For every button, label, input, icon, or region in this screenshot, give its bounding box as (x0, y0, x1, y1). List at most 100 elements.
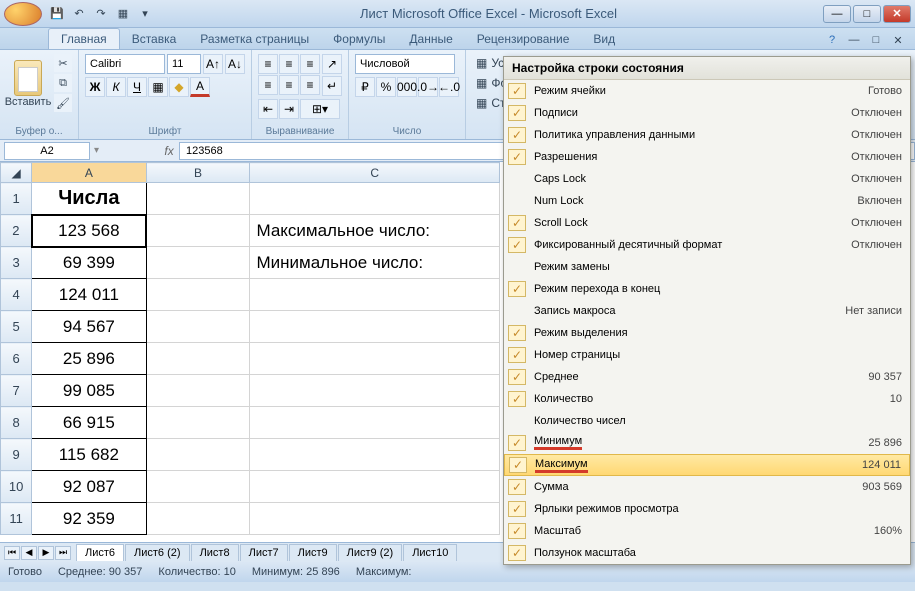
cell-a2[interactable]: 123 568 (32, 215, 146, 247)
context-menu-item[interactable]: ✓Сумма903 569 (504, 476, 910, 498)
context-menu-item[interactable]: ✓Режим перехода в конец (504, 278, 910, 300)
context-menu-item[interactable]: ✓Количество10 (504, 388, 910, 410)
cell-a10[interactable]: 92 087 (32, 471, 146, 503)
col-header-b[interactable]: B (146, 163, 250, 183)
font-size-select[interactable]: 11 (167, 54, 201, 74)
context-menu-item[interactable]: Запись макросаНет записи (504, 300, 910, 322)
fx-icon[interactable]: fx (159, 144, 179, 158)
paste-button[interactable]: Вставить (6, 54, 50, 114)
tab-view[interactable]: Вид (581, 29, 627, 49)
context-menu-item[interactable]: ✓Масштаб160% (504, 520, 910, 542)
context-menu-item[interactable]: ✓Режим выделения (504, 322, 910, 344)
context-menu-item[interactable]: ✓ПодписиОтключен (504, 102, 910, 124)
context-menu-item[interactable]: ✓Режим ячейкиГотово (504, 80, 910, 102)
align-left-icon[interactable]: ≡ (258, 75, 278, 95)
sheet-tab[interactable]: Лист8 (191, 544, 239, 561)
context-menu-item[interactable]: ✓Политика управления даннымиОтключен (504, 124, 910, 146)
help-icon[interactable]: ? (823, 31, 841, 49)
row-header[interactable]: 1 (1, 183, 32, 215)
cell-a9[interactable]: 115 682 (32, 439, 146, 471)
select-all-corner[interactable]: ◢ (1, 163, 32, 183)
tab-page-layout[interactable]: Разметка страницы (188, 29, 321, 49)
cell-a3[interactable]: 69 399 (32, 247, 146, 279)
sheet-tab[interactable]: Лист9 (2) (338, 544, 403, 561)
tab-review[interactable]: Рецензирование (465, 29, 582, 49)
bold-button[interactable]: Ж (85, 77, 105, 97)
save-icon[interactable]: 💾 (48, 5, 66, 23)
qat-icon[interactable]: ▦ (114, 5, 132, 23)
fill-color-button[interactable]: ◆ (169, 77, 189, 97)
sheet-tab[interactable]: Лист9 (289, 544, 337, 561)
context-menu-item[interactable]: ✓Ползунок масштаба (504, 542, 910, 564)
sheet-tab[interactable]: Лист7 (240, 544, 288, 561)
maximize-button[interactable]: □ (853, 5, 881, 23)
cut-icon[interactable]: ✂ (54, 54, 72, 72)
cell-a7[interactable]: 99 085 (32, 375, 146, 407)
align-center-icon[interactable]: ≡ (279, 75, 299, 95)
comma-icon[interactable]: 000 (397, 77, 417, 97)
cell-b1[interactable] (146, 183, 250, 215)
sheet-tab[interactable]: Лист6 (2) (125, 544, 190, 561)
tab-home[interactable]: Главная (48, 28, 120, 49)
context-menu-item[interactable]: Режим замены (504, 256, 910, 278)
first-sheet-icon[interactable]: ⏮ (4, 546, 20, 560)
align-right-icon[interactable]: ≡ (300, 75, 320, 95)
orientation-icon[interactable]: ↗ (322, 54, 342, 74)
context-menu-item[interactable]: ✓Номер страницы (504, 344, 910, 366)
format-painter-icon[interactable]: 🖌 (54, 94, 72, 112)
merge-icon[interactable]: ⊞▾ (300, 99, 340, 119)
align-bottom-icon[interactable]: ≡ (300, 54, 320, 74)
row-header[interactable]: 2 (1, 215, 32, 247)
context-menu-item[interactable]: ✓Минимум25 896 (504, 432, 910, 454)
tab-formulas[interactable]: Формулы (321, 29, 397, 49)
cell-a4[interactable]: 124 011 (32, 279, 146, 311)
cell-a1[interactable]: Числа (32, 183, 146, 215)
percent-icon[interactable]: % (376, 77, 396, 97)
context-menu-item[interactable]: Caps LockОтключен (504, 168, 910, 190)
office-button[interactable] (4, 2, 42, 26)
decrease-indent-icon[interactable]: ⇤ (258, 99, 278, 119)
row-header[interactable]: 9 (1, 439, 32, 471)
cell-a6[interactable]: 25 896 (32, 343, 146, 375)
next-sheet-icon[interactable]: ▶ (38, 546, 54, 560)
row-header[interactable]: 6 (1, 343, 32, 375)
context-menu-item[interactable]: ✓РазрешенияОтключен (504, 146, 910, 168)
row-header[interactable]: 5 (1, 311, 32, 343)
increase-indent-icon[interactable]: ⇥ (279, 99, 299, 119)
cell-c3[interactable]: Минимальное число: (250, 247, 500, 279)
close-button[interactable]: ✕ (883, 5, 911, 23)
minimize-ribbon-icon[interactable]: — (845, 31, 863, 49)
grow-font-icon[interactable]: A↑ (203, 54, 223, 74)
cell-b3[interactable] (146, 247, 250, 279)
currency-icon[interactable]: ₽ (355, 77, 375, 97)
tab-insert[interactable]: Вставка (120, 29, 189, 49)
qat-more-icon[interactable]: ▾ (136, 5, 154, 23)
cell-a5[interactable]: 94 567 (32, 311, 146, 343)
align-top-icon[interactable]: ≡ (258, 54, 278, 74)
shrink-font-icon[interactable]: A↓ (225, 54, 245, 74)
redo-icon[interactable]: ↷ (92, 5, 110, 23)
context-menu-item[interactable]: ✓Среднее90 357 (504, 366, 910, 388)
col-header-c[interactable]: C (250, 163, 500, 183)
align-middle-icon[interactable]: ≡ (279, 54, 299, 74)
sheet-tab[interactable]: Лист6 (76, 544, 124, 561)
wrap-text-icon[interactable]: ↵ (322, 76, 342, 96)
prev-sheet-icon[interactable]: ◀ (21, 546, 37, 560)
tab-data[interactable]: Данные (397, 29, 464, 49)
minimize-button[interactable]: — (823, 5, 851, 23)
increase-decimal-icon[interactable]: .0→ (418, 77, 438, 97)
copy-icon[interactable]: ⧉ (54, 74, 72, 92)
font-color-button[interactable]: A (190, 77, 210, 97)
number-format-select[interactable]: Числовой (355, 54, 455, 74)
col-header-a[interactable]: A (32, 163, 146, 183)
border-button[interactable]: ▦ (148, 77, 168, 97)
last-sheet-icon[interactable]: ⏭ (55, 546, 71, 560)
context-menu-item[interactable]: ✓Ярлыки режимов просмотра (504, 498, 910, 520)
row-header[interactable]: 11 (1, 503, 32, 535)
row-header[interactable]: 10 (1, 471, 32, 503)
cell-a8[interactable]: 66 915 (32, 407, 146, 439)
context-menu-item[interactable]: ✓Максимум124 011 (504, 454, 910, 476)
cell-b2[interactable] (146, 215, 250, 247)
row-header[interactable]: 3 (1, 247, 32, 279)
close-doc-icon[interactable]: ✕ (889, 31, 907, 49)
